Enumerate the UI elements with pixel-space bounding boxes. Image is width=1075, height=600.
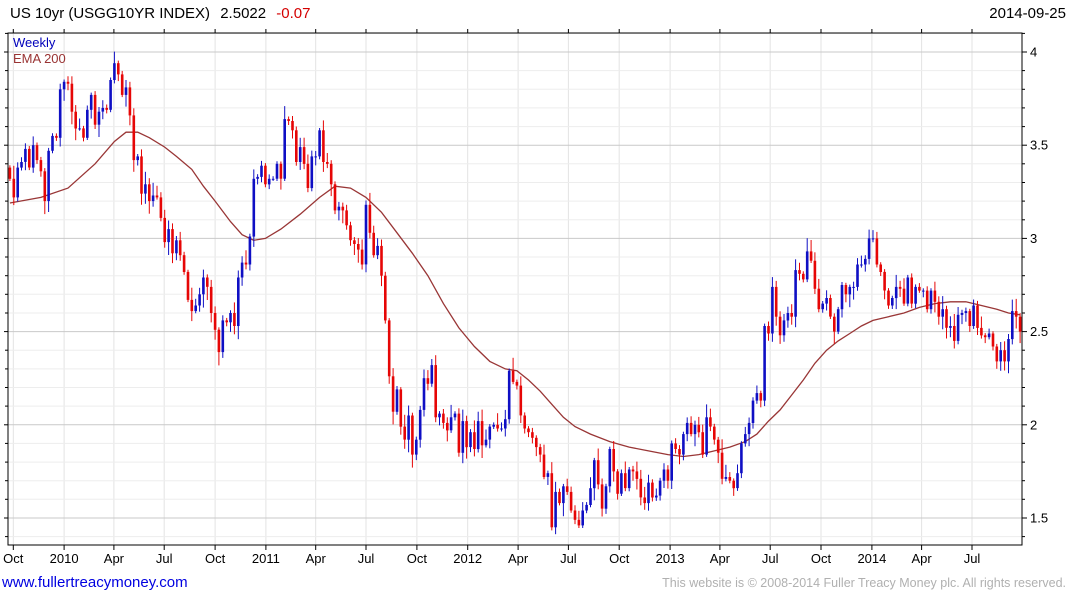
svg-text:Oct: Oct: [609, 551, 630, 566]
svg-text:3: 3: [1030, 231, 1037, 246]
legend-ema-label: EMA 200: [13, 51, 66, 66]
svg-text:1.5: 1.5: [1030, 511, 1048, 526]
svg-text:3.5: 3.5: [1030, 138, 1048, 153]
axis-ticks: [4, 29, 1027, 550]
svg-text:Jul: Jul: [358, 551, 375, 566]
svg-text:2010: 2010: [50, 551, 79, 566]
svg-text:Apr: Apr: [104, 551, 125, 566]
svg-text:2012: 2012: [453, 551, 482, 566]
svg-text:Oct: Oct: [205, 551, 226, 566]
footer-row: www.fullertreacymoney.com This website i…: [2, 574, 1066, 591]
svg-text:2013: 2013: [656, 551, 685, 566]
plot-border: [7, 32, 1023, 546]
chart-page: US 10yr (USGG10YR INDEX) 2.5022 -0.07 20…: [0, 0, 1075, 600]
svg-text:2.5: 2.5: [1030, 324, 1048, 339]
vertical-gridlines: [12, 33, 973, 545]
svg-text:Apr: Apr: [306, 551, 327, 566]
chart-legend: Weekly EMA 200: [13, 35, 66, 67]
svg-text:2014: 2014: [857, 551, 886, 566]
svg-text:Jul: Jul: [762, 551, 779, 566]
svg-text:Jul: Jul: [964, 551, 981, 566]
svg-text:2011: 2011: [252, 551, 280, 566]
svg-text:Apr: Apr: [710, 551, 731, 566]
svg-text:Oct: Oct: [811, 551, 832, 566]
major-gridlines: [8, 51, 1022, 519]
copyright-text: This website is © 2008-2014 Fuller Treac…: [662, 576, 1066, 590]
x-axis-labels: Oct 2010 Apr Jul Oct 2011 Apr Jul Oct 2012 Apr Jul O…: [3, 551, 980, 566]
svg-text:Oct: Oct: [3, 551, 24, 566]
svg-text:Apr: Apr: [911, 551, 932, 566]
svg-text:Jul: Jul: [560, 551, 577, 566]
website-link[interactable]: www.fullertreacymoney.com: [2, 574, 188, 591]
y-axis-labels: 1.5 2 2.5 3 3.5 4: [1030, 45, 1048, 526]
svg-text:Apr: Apr: [508, 551, 529, 566]
svg-text:Jul: Jul: [156, 551, 173, 566]
svg-text:4: 4: [1030, 45, 1037, 60]
legend-weekly-label: Weekly: [13, 35, 56, 50]
svg-text:2: 2: [1030, 417, 1037, 432]
minor-gridlines: [8, 32, 1022, 538]
price-chart: Oct 2010 Apr Jul Oct 2011 Apr Jul Oct 2012 Apr Jul O…: [0, 0, 1075, 572]
candlestick-chart-svg: Oct 2010 Apr Jul Oct 2011 Apr Jul Oct 2012 Apr Jul O…: [3, 29, 1048, 566]
svg-text:Oct: Oct: [407, 551, 428, 566]
